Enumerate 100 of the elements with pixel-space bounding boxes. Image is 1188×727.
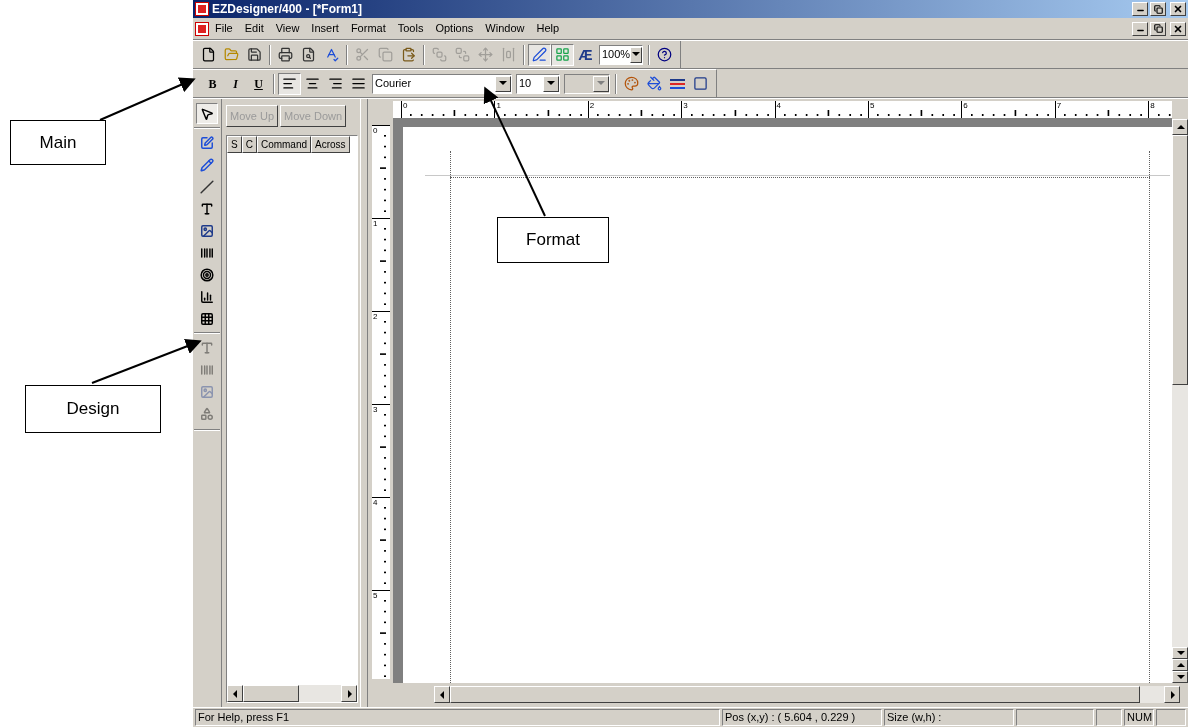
ruler-number: 8 [1149,101,1155,110]
menu-item[interactable]: Options [429,20,480,37]
restore-button[interactable] [1150,2,1166,16]
combo-box[interactable]: Courier [372,73,512,94]
edit-icon [200,135,214,150]
menu-item[interactable]: Help [530,20,566,37]
help-icon [657,47,672,62]
combo-value: Courier [374,78,413,89]
pencil-icon [200,157,214,172]
splitter[interactable] [360,99,368,707]
horizontal-scrollbar[interactable] [434,686,1180,703]
file-icon [201,47,216,62]
menu-item[interactable]: Insert [305,20,345,37]
column-header[interactable]: Command [256,136,312,153]
ruler-number: 2 [372,312,379,321]
status-panel: Pos (x,y) : ( 5.604 , 0.229 ) [722,709,882,726]
app-icon [195,2,209,16]
restore-button[interactable] [1150,21,1166,36]
ruler-number: 2 [588,101,595,110]
status-panel: NUM [1124,709,1154,726]
shapes-icon [200,406,214,421]
combo-box[interactable]: 100% [599,44,643,65]
vertical-scrollbar[interactable] [1172,119,1188,683]
barcode-icon [200,362,214,377]
close-icon [1173,4,1183,14]
image-icon [200,223,214,238]
align-center-icon [305,76,320,91]
line-icon [200,179,214,194]
image-icon [200,384,214,399]
combo-box[interactable]: 10 [516,73,560,94]
printer-icon [278,47,293,62]
ruler-number: 3 [372,405,379,414]
menu-item[interactable]: File [209,20,239,37]
combo-value: 10 [518,78,533,89]
pen-icon [532,47,547,62]
arrow-up-icon [1175,660,1185,670]
move-icon [478,47,493,62]
restore-icon [1153,24,1163,33]
callout-label: Main [10,120,106,165]
column-header[interactable]: S [227,136,242,153]
paste-icon [401,47,416,62]
ruler-number: 5 [868,101,875,110]
paint-bucket-icon [647,76,662,91]
dropdown-button[interactable] [630,46,642,63]
minimize-button[interactable] [1132,2,1148,16]
lines-icon [670,77,685,90]
align-right-icon [328,76,343,91]
toolbar-button[interactable] [278,72,301,95]
tool-button[interactable] [196,103,218,124]
justify-icon [351,76,366,91]
close-button[interactable] [1170,21,1186,36]
toolbar-button[interactable]: U [247,72,270,95]
copy-icon [378,47,393,62]
toolbar-button[interactable]: Æ [574,43,597,66]
toolbar-button[interactable]: I [224,72,247,95]
text-icon [200,340,214,355]
ruler-number: 0 [402,101,408,110]
close-button[interactable] [1170,2,1186,16]
toolbar-button[interactable]: B [201,72,224,95]
align-icon [501,47,516,62]
menu-item[interactable]: Tools [391,20,430,37]
dropdown-button[interactable] [543,75,559,92]
menu-item[interactable]: Window [479,20,531,37]
barcode-icon [200,245,214,260]
ruler-number: 4 [372,498,379,507]
bar-chart-icon [200,289,214,304]
ruler-number: 1 [372,219,379,228]
status-panel: For Help, press F1 [195,709,720,726]
minimize-button[interactable] [1132,21,1148,36]
horizontal-scrollbar[interactable] [227,685,357,702]
arrow-down-icon [1175,672,1185,682]
send-to-back-icon [455,47,470,62]
arrow-up-icon [1175,122,1185,132]
ruler-number: 6 [962,101,968,110]
target-icon [200,267,214,282]
menu-item[interactable]: View [269,20,306,37]
dropdown-button[interactable] [495,75,511,92]
menu-item[interactable]: Format [344,20,392,37]
ruler-number: 0 [372,126,379,135]
ruler-number: 3 [682,101,688,110]
spell-check-icon [324,47,339,62]
column-header[interactable]: Across [311,136,350,153]
caret-icon [632,52,641,57]
bring-to-front-icon [432,47,447,62]
ruler-number: 7 [1055,101,1062,110]
menu-item[interactable]: Edit [238,20,270,37]
restore-icon [1153,4,1163,14]
callout-label: Format [497,217,609,263]
status-panel: Size (w,h) : [884,709,1014,726]
text-icon [200,201,214,216]
pointer-icon [200,106,214,121]
window-title: EZDesigner/400 - [*Form1] [212,1,363,18]
ruler-number: 4 [775,101,781,110]
status-panel [1156,709,1186,726]
caret-icon [597,81,605,86]
ruler-number: 1 [495,101,501,110]
pattern-icon [200,311,214,326]
document-icon [195,21,209,36]
save-icon [247,47,262,62]
border-icon [693,76,708,91]
